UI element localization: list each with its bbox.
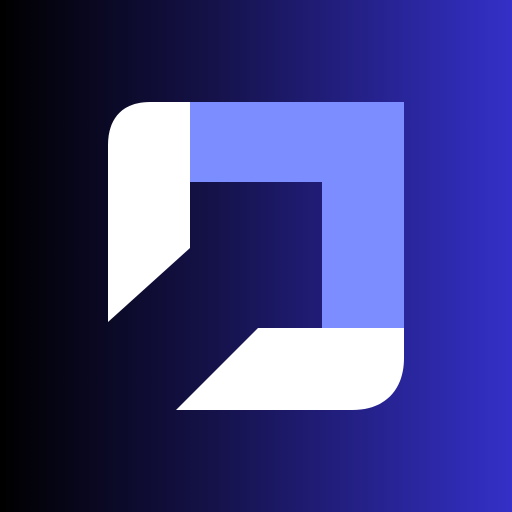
- gradient-background: [0, 0, 512, 512]
- abstract-square-bracket-logo-icon: [0, 0, 512, 512]
- logo-canvas: [0, 0, 512, 512]
